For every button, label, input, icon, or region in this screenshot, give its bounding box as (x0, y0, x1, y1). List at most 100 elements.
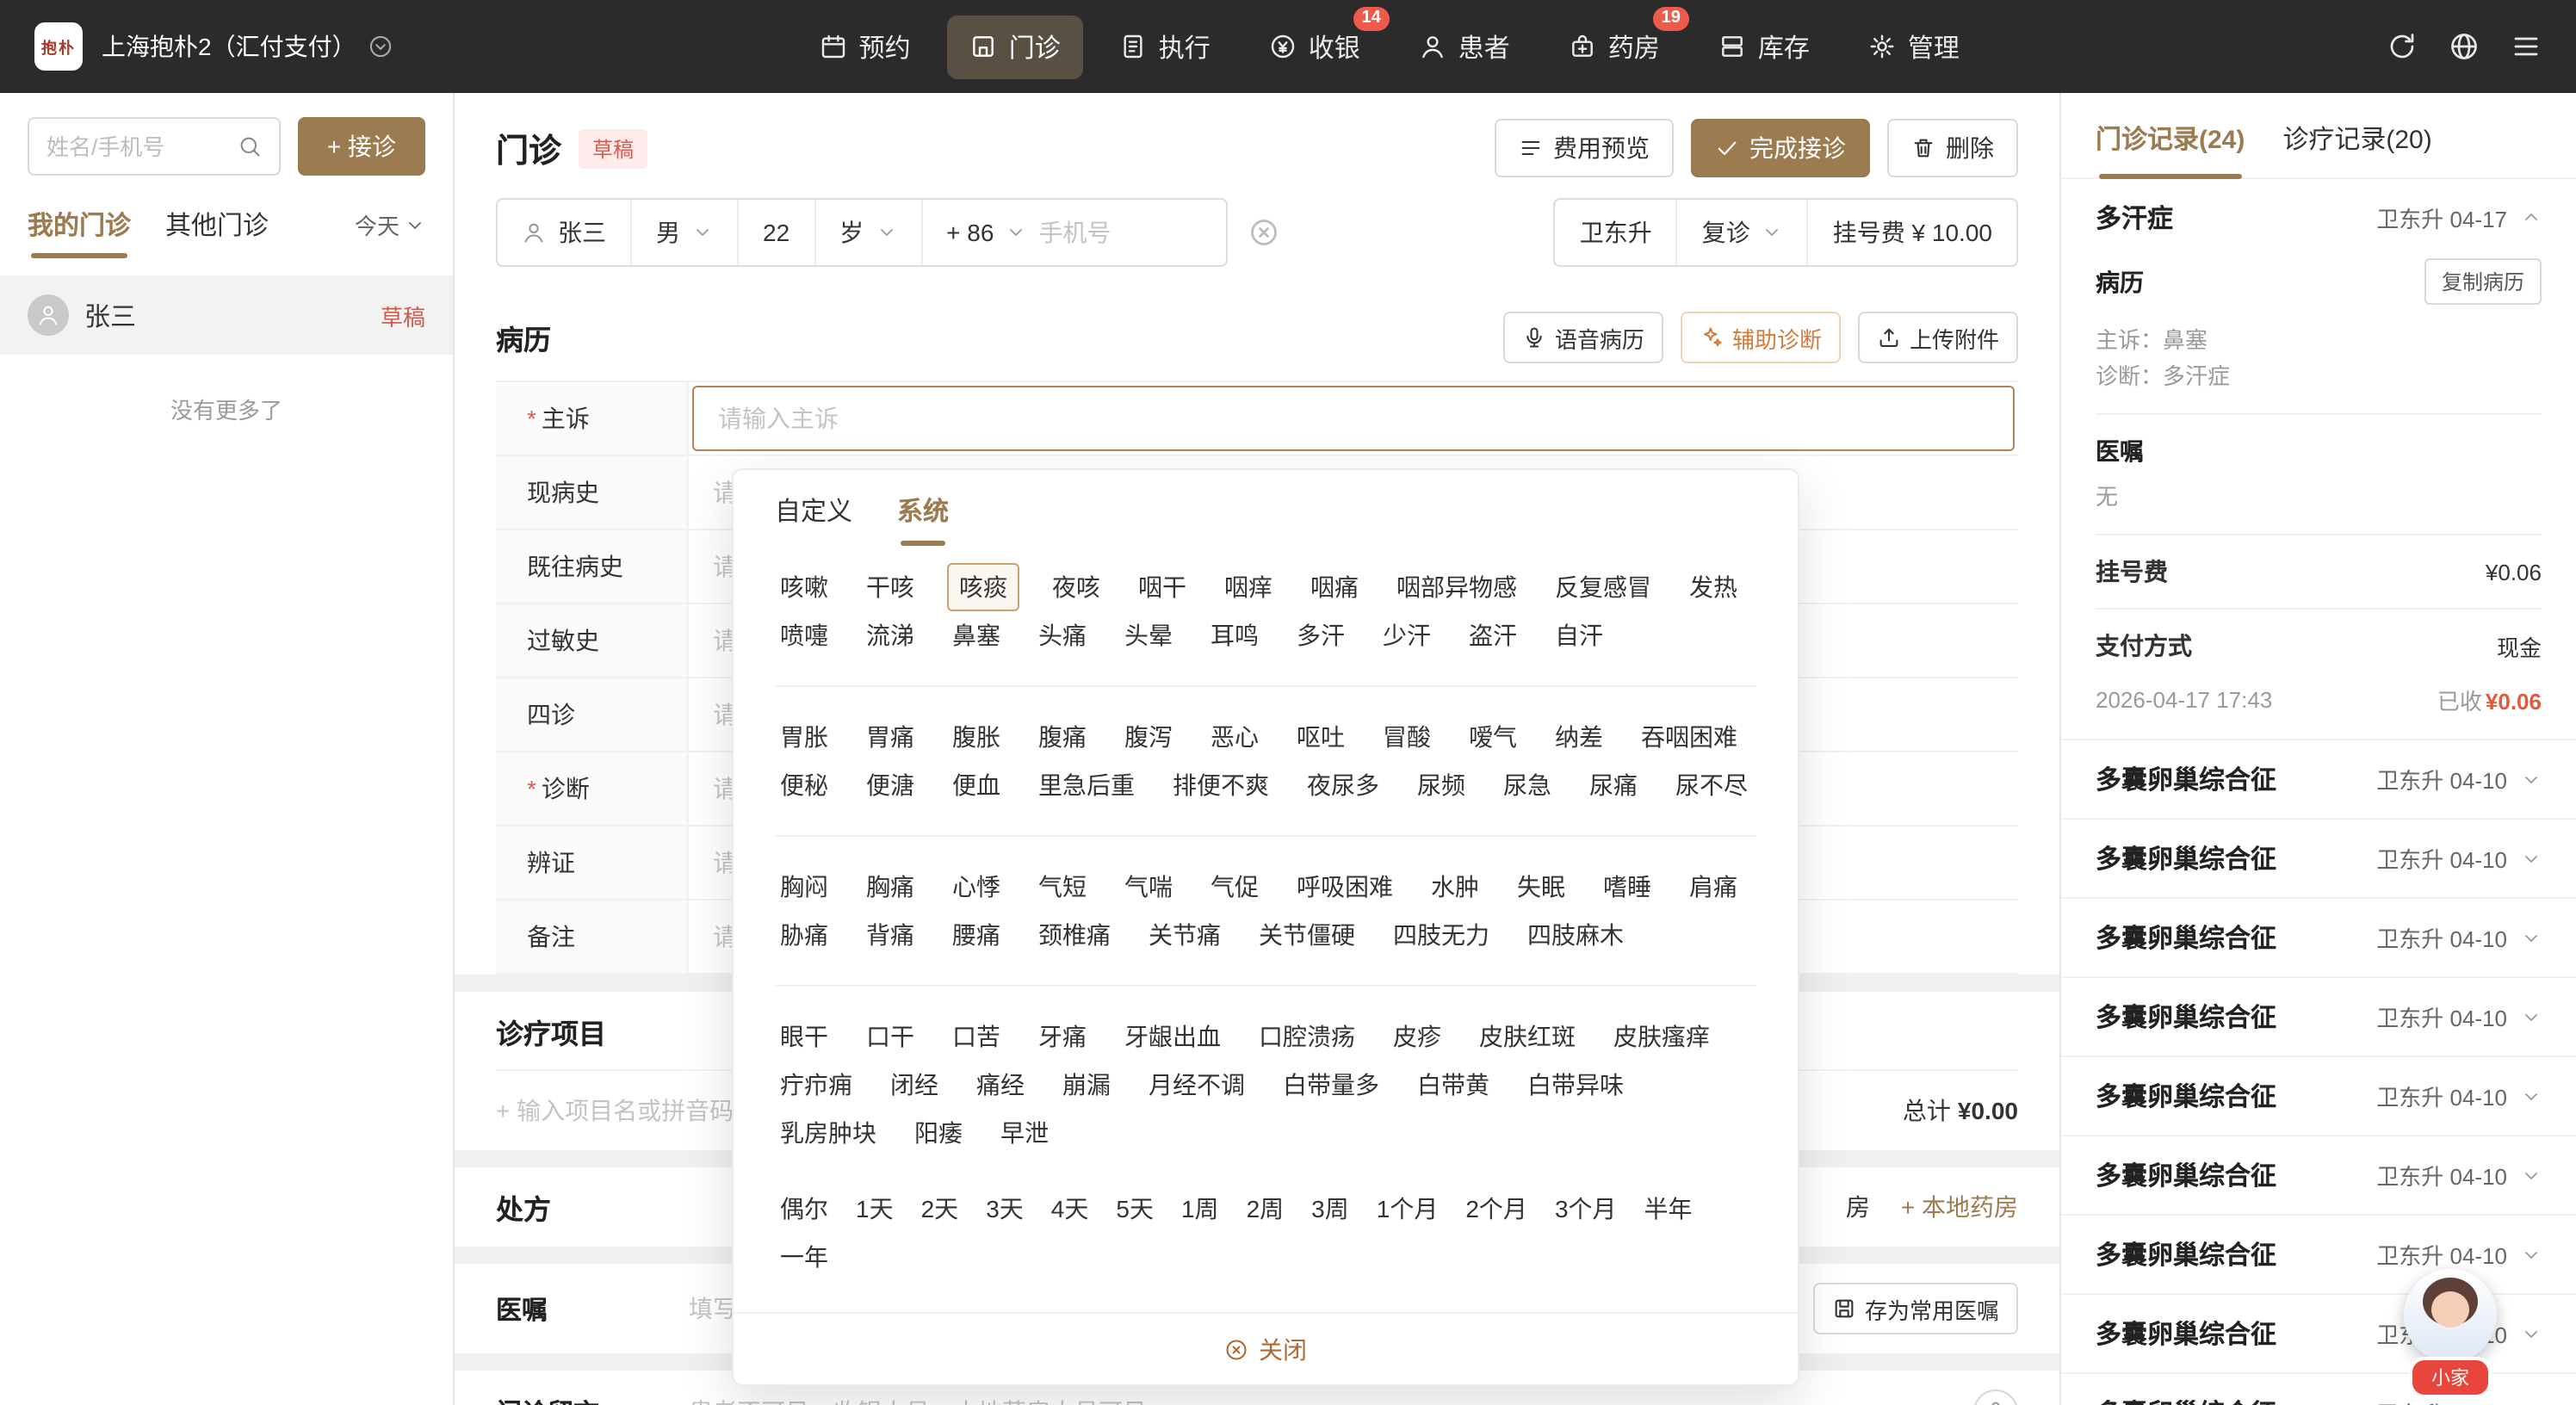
symptom-option[interactable]: 颈椎痛 (1033, 911, 1116, 959)
symptom-option[interactable]: 口苦 (947, 1012, 1006, 1061)
clear-patient-icon[interactable] (1248, 217, 1279, 248)
assist-diagnosis-button[interactable]: 辅助诊断 (1680, 312, 1841, 363)
symptom-option[interactable]: 夜咳 (1047, 563, 1105, 611)
symptom-option[interactable]: 胃痛 (861, 713, 920, 761)
symptom-option[interactable]: 痛经 (971, 1061, 1030, 1109)
symptom-option[interactable]: 咽干 (1133, 563, 1192, 611)
symptom-option[interactable]: 失眠 (1512, 863, 1570, 911)
save-common-advice-button[interactable]: 存为常用医嘱 (1812, 1283, 2018, 1334)
symptom-option[interactable]: 白带量多 (1278, 1061, 1384, 1109)
symptom-option[interactable]: 呼吸困难 (1291, 863, 1398, 911)
form-input[interactable] (692, 386, 2015, 451)
symptom-option[interactable]: 白带黄 (1412, 1061, 1495, 1109)
symptom-option[interactable]: 纳差 (1550, 713, 1608, 761)
symptom-option[interactable]: 头痛 (1033, 611, 1092, 659)
nav-item-execute[interactable]: 执行 (1097, 15, 1233, 78)
symptom-option[interactable]: 关节痛 (1143, 911, 1226, 959)
symptom-option[interactable]: 牙痛 (1033, 1012, 1092, 1061)
symptom-option[interactable]: 头晕 (1119, 611, 1178, 659)
symptom-option[interactable]: 排便不爽 (1167, 761, 1274, 809)
symptom-option[interactable]: 腹痛 (1033, 713, 1092, 761)
gender-select[interactable]: 男 (632, 200, 739, 265)
doctor-select[interactable]: 卫东升 (1556, 200, 1678, 265)
symptom-option[interactable]: 自汗 (1550, 611, 1608, 659)
date-filter[interactable]: 今天 (355, 208, 425, 258)
assistant-widget[interactable]: 小家 (2400, 1269, 2500, 1398)
symptom-option[interactable]: 心悸 (947, 863, 1006, 911)
duration-option[interactable]: 2天 (916, 1185, 964, 1233)
nav-item-cashier[interactable]: 收银 14 (1247, 6, 1390, 78)
symptom-option[interactable]: 吞咽困难 (1636, 713, 1743, 761)
nav-item-inventory[interactable]: 库存 (1696, 15, 1832, 78)
record-collapsed[interactable]: 多囊卵巢综合征 卫东升 04-10 (2061, 820, 2576, 899)
record-header[interactable]: 多汗症 卫东升 04-17 (2096, 179, 2542, 255)
symptom-option[interactable]: 反复感冒 (1550, 563, 1656, 611)
symptom-option[interactable]: 嗜睡 (1598, 863, 1656, 911)
age-field[interactable]: 22 (739, 200, 816, 265)
duration-option[interactable]: 4天 (1046, 1185, 1094, 1233)
record-collapsed[interactable]: 多囊卵巢综合征 卫东升 04-10 (2061, 978, 2576, 1057)
copy-record-button[interactable]: 复制病历 (2424, 258, 2542, 305)
symptom-option[interactable]: 胃胀 (775, 713, 833, 761)
voice-record-button[interactable]: 语音病历 (1502, 312, 1663, 363)
symptom-option[interactable]: 阳痿 (909, 1109, 968, 1157)
symptom-option[interactable]: 皮肤瘙痒 (1608, 1012, 1715, 1061)
duration-option[interactable]: 2个月 (1460, 1185, 1533, 1233)
symptom-option[interactable]: 牙龈出血 (1119, 1012, 1226, 1061)
symptom-option[interactable]: 眼干 (775, 1012, 833, 1061)
nav-item-clinic[interactable]: 门诊 (946, 15, 1083, 78)
symptom-option[interactable]: 胸痛 (861, 863, 920, 911)
symptom-option[interactable]: 鼻塞 (947, 611, 1006, 659)
duration-option[interactable]: 2周 (1242, 1185, 1290, 1233)
duration-option[interactable]: 3个月 (1550, 1185, 1622, 1233)
symptom-option[interactable]: 背痛 (861, 911, 920, 959)
symptom-option[interactable]: 关节僵硬 (1254, 911, 1360, 959)
duration-option[interactable]: 1天 (851, 1185, 899, 1233)
symptom-option[interactable]: 腰痛 (947, 911, 1006, 959)
symptom-option[interactable]: 尿频 (1412, 761, 1471, 809)
nav-item-pharmacy[interactable]: 药房 19 (1546, 6, 1689, 78)
visit-type-select[interactable]: 复诊 (1678, 200, 1809, 265)
record-collapsed[interactable]: 多囊卵巢综合征 卫东升 04-10 (2061, 1057, 2576, 1136)
symptom-option[interactable]: 少汗 (1378, 611, 1436, 659)
symptom-option[interactable]: 恶心 (1205, 713, 1264, 761)
symptom-option[interactable]: 口腔溃疡 (1254, 1012, 1360, 1061)
fee-preview-button[interactable]: 费用预览 (1495, 119, 1674, 177)
clinic-switcher[interactable]: 上海抱朴2（汇付支付） (102, 29, 393, 64)
nav-item-patients[interactable]: 患者 (1396, 15, 1533, 78)
symptom-option[interactable]: 嗳气 (1464, 713, 1522, 761)
symptom-option[interactable]: 尿痛 (1584, 761, 1643, 809)
symptom-option[interactable]: 肩痛 (1684, 863, 1743, 911)
phone-field[interactable]: + 86 手机号 (922, 200, 1225, 265)
duration-option[interactable]: 3周 (1306, 1185, 1354, 1233)
upload-attachment-button[interactable]: 上传附件 (1857, 312, 2018, 363)
tab-custom[interactable]: 自定义 (775, 492, 852, 546)
symptom-option[interactable]: 疔疖痈 (775, 1061, 858, 1109)
message-mic-button[interactable] (1973, 1390, 2018, 1405)
duration-option[interactable]: 1周 (1176, 1185, 1224, 1233)
record-collapsed[interactable]: 多囊卵巢综合征 卫东升 04-10 (2061, 740, 2576, 820)
symptom-option[interactable]: 早泄 (995, 1109, 1054, 1157)
record-collapsed[interactable]: 多囊卵巢综合征 卫东升 04-10 (2061, 899, 2576, 978)
popup-close-button[interactable]: 关闭 (734, 1312, 1798, 1384)
symptom-option[interactable]: 胁痛 (775, 911, 833, 959)
symptom-option[interactable]: 四肢无力 (1388, 911, 1495, 959)
local-pharmacy-link[interactable]: + 本地药房 (1901, 1190, 2018, 1224)
finish-visit-button[interactable]: 完成接诊 (1691, 119, 1870, 177)
tab-treatment-records[interactable]: 诊疗记录(20) (2282, 121, 2431, 177)
symptom-option[interactable]: 闭经 (885, 1061, 944, 1109)
symptom-option[interactable]: 口干 (861, 1012, 920, 1061)
tab-other-clinic[interactable]: 其他门诊 (165, 207, 269, 258)
symptom-option[interactable]: 乳房肿块 (775, 1109, 882, 1157)
patient-name-field[interactable]: 张三 (498, 200, 632, 265)
symptom-option[interactable]: 气短 (1033, 863, 1092, 911)
symptom-option[interactable]: 发热 (1684, 563, 1743, 611)
nav-item-admin[interactable]: 管理 (1846, 15, 1982, 78)
search-icon[interactable] (238, 134, 262, 158)
symptom-option[interactable]: 水肿 (1426, 863, 1484, 911)
symptom-option[interactable]: 皮疹 (1388, 1012, 1446, 1061)
symptom-option[interactable]: 皮肤红斑 (1474, 1012, 1581, 1061)
symptom-option[interactable]: 夜尿多 (1302, 761, 1384, 809)
tab-my-clinic[interactable]: 我的门诊 (28, 207, 131, 258)
globe-icon[interactable] (2449, 31, 2480, 62)
